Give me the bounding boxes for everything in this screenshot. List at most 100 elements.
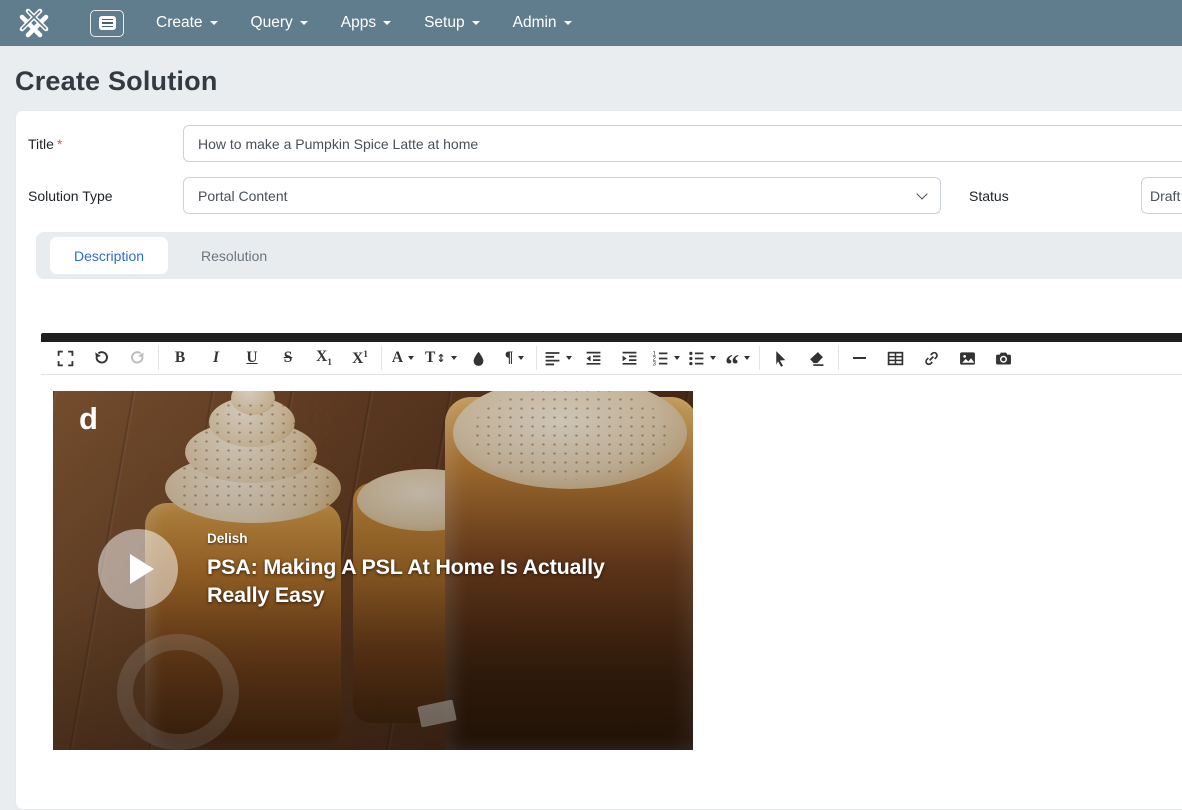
align-icon [544, 350, 561, 367]
indent-icon [621, 350, 638, 367]
toolbar-group [763, 344, 835, 372]
insert-image-icon [959, 350, 976, 367]
underline-icon: U [246, 350, 257, 366]
horizontal-rule-button[interactable] [842, 344, 878, 372]
redo-button[interactable] [119, 344, 155, 372]
quote-button[interactable]: “ [720, 344, 756, 372]
align-button[interactable] [540, 344, 576, 372]
caret-down-icon [674, 356, 680, 360]
font-size-button[interactable]: T↕ [421, 344, 461, 372]
font-color-button[interactable]: A [385, 344, 421, 372]
status-label: Status [969, 188, 1141, 204]
highlight-color-button[interactable] [461, 344, 497, 372]
clear-formatting-button[interactable] [799, 344, 835, 372]
insert-video-icon [995, 350, 1012, 367]
menu-toggle-button[interactable] [90, 10, 124, 37]
play-icon [130, 554, 154, 584]
toolbar-separator [158, 346, 159, 370]
caret-down-icon [710, 356, 716, 360]
toolbar-separator [381, 346, 382, 370]
solution-type-value: Portal Content [198, 188, 288, 204]
play-button[interactable] [98, 529, 178, 609]
app-logo-icon[interactable] [12, 1, 56, 45]
main-menu: Create Query Apps Setup Admin [156, 14, 572, 32]
hamburger-icon [99, 16, 116, 30]
fullscreen-icon [57, 350, 74, 367]
nav-apps-menu[interactable]: Apps [341, 14, 391, 32]
title-label: Title* [28, 136, 183, 152]
redo-icon [129, 350, 146, 367]
caret-down-icon [744, 356, 750, 360]
insert-table-button[interactable] [878, 344, 914, 372]
insert-link-button[interactable] [914, 344, 950, 372]
subscript-button[interactable]: X1 [306, 344, 342, 372]
page-title: Create Solution [15, 66, 1182, 97]
strikethrough-button[interactable]: S [270, 344, 306, 372]
svg-text:3: 3 [652, 361, 656, 366]
nav-create-menu[interactable]: Create [156, 14, 218, 32]
status-select[interactable]: Draft [1141, 177, 1182, 214]
video-brand: Delish [207, 531, 605, 546]
tab-resolution[interactable]: Resolution [177, 237, 291, 274]
subscript-icon: X1 [316, 349, 332, 367]
clear-formatting-icon [808, 350, 825, 367]
paragraph-format-button[interactable]: ¶ [497, 344, 533, 372]
required-marker: * [57, 136, 62, 152]
select-cursor-button[interactable] [763, 344, 799, 372]
caret-down-icon [451, 356, 457, 360]
italic-button[interactable]: I [198, 344, 234, 372]
horizontal-rule-icon [853, 357, 866, 359]
nav-query-menu[interactable]: Query [251, 14, 308, 32]
tab-strip: DescriptionResolution [36, 232, 1182, 279]
caret-down-icon [300, 21, 308, 25]
bold-button[interactable]: B [162, 344, 198, 372]
title-input[interactable] [183, 125, 1182, 162]
font-size-icon: T↕ [425, 350, 446, 366]
solution-type-label: Solution Type [28, 188, 183, 204]
status-value: Draft [1150, 188, 1180, 204]
fullscreen-button[interactable] [47, 344, 83, 372]
bold-icon: B [175, 350, 185, 366]
superscript-button[interactable]: X1 [342, 344, 378, 372]
toolbar-separator [759, 346, 760, 370]
toolbar-group: 123 “ [540, 344, 756, 372]
toolbar-group: AT↕ ¶ [385, 344, 533, 372]
toolbar-separator [536, 346, 537, 370]
toolbar-group [47, 344, 155, 372]
insert-image-button[interactable] [950, 344, 986, 372]
rich-text-editor: B I U S X1 X1 AT↕ ¶ 123 “ d Delish [41, 333, 1182, 790]
delish-logo: d [79, 403, 98, 434]
italic-icon: I [213, 350, 219, 366]
video-title: PSA: Making A PSL At Home Is Actually Re… [207, 553, 605, 609]
ordered-list-button[interactable]: 123 [648, 344, 684, 372]
caret-down-icon [383, 21, 391, 25]
video-caption: Delish PSA: Making A PSL At Home Is Actu… [207, 531, 605, 609]
undo-button[interactable] [83, 344, 119, 372]
insert-table-icon [887, 350, 904, 367]
editor-content-area[interactable]: d Delish PSA: Making A PSL At Home Is Ac… [41, 375, 1182, 790]
underline-button[interactable]: U [234, 344, 270, 372]
create-solution-card: Title* Solution Type Portal Content Stat… [15, 110, 1182, 810]
toolbar-group: B I U S X1 X1 [162, 344, 378, 372]
nav-setup-menu[interactable]: Setup [424, 14, 480, 32]
outdent-icon [585, 350, 602, 367]
outdent-button[interactable] [576, 344, 612, 372]
chevron-down-icon [916, 188, 927, 199]
editor-toolbar: B I U S X1 X1 AT↕ ¶ 123 “ [41, 342, 1182, 375]
top-navbar: Create Query Apps Setup Admin [0, 0, 1182, 46]
strikethrough-icon: S [284, 350, 293, 366]
undo-icon [93, 350, 110, 367]
tab-description[interactable]: Description [50, 237, 168, 274]
indent-button[interactable] [612, 344, 648, 372]
superscript-icon: X1 [352, 350, 368, 367]
editor-top-bar [41, 333, 1182, 342]
insert-video-button[interactable] [986, 344, 1022, 372]
video-embed[interactable]: d Delish PSA: Making A PSL At Home Is Ac… [53, 391, 693, 750]
highlight-color-icon [470, 350, 487, 367]
caret-down-icon [210, 21, 218, 25]
ordered-list-icon: 123 [652, 350, 669, 367]
caret-down-icon [564, 21, 572, 25]
nav-admin-menu[interactable]: Admin [513, 14, 572, 32]
unordered-list-button[interactable] [684, 344, 720, 372]
solution-type-select[interactable]: Portal Content [183, 177, 941, 214]
